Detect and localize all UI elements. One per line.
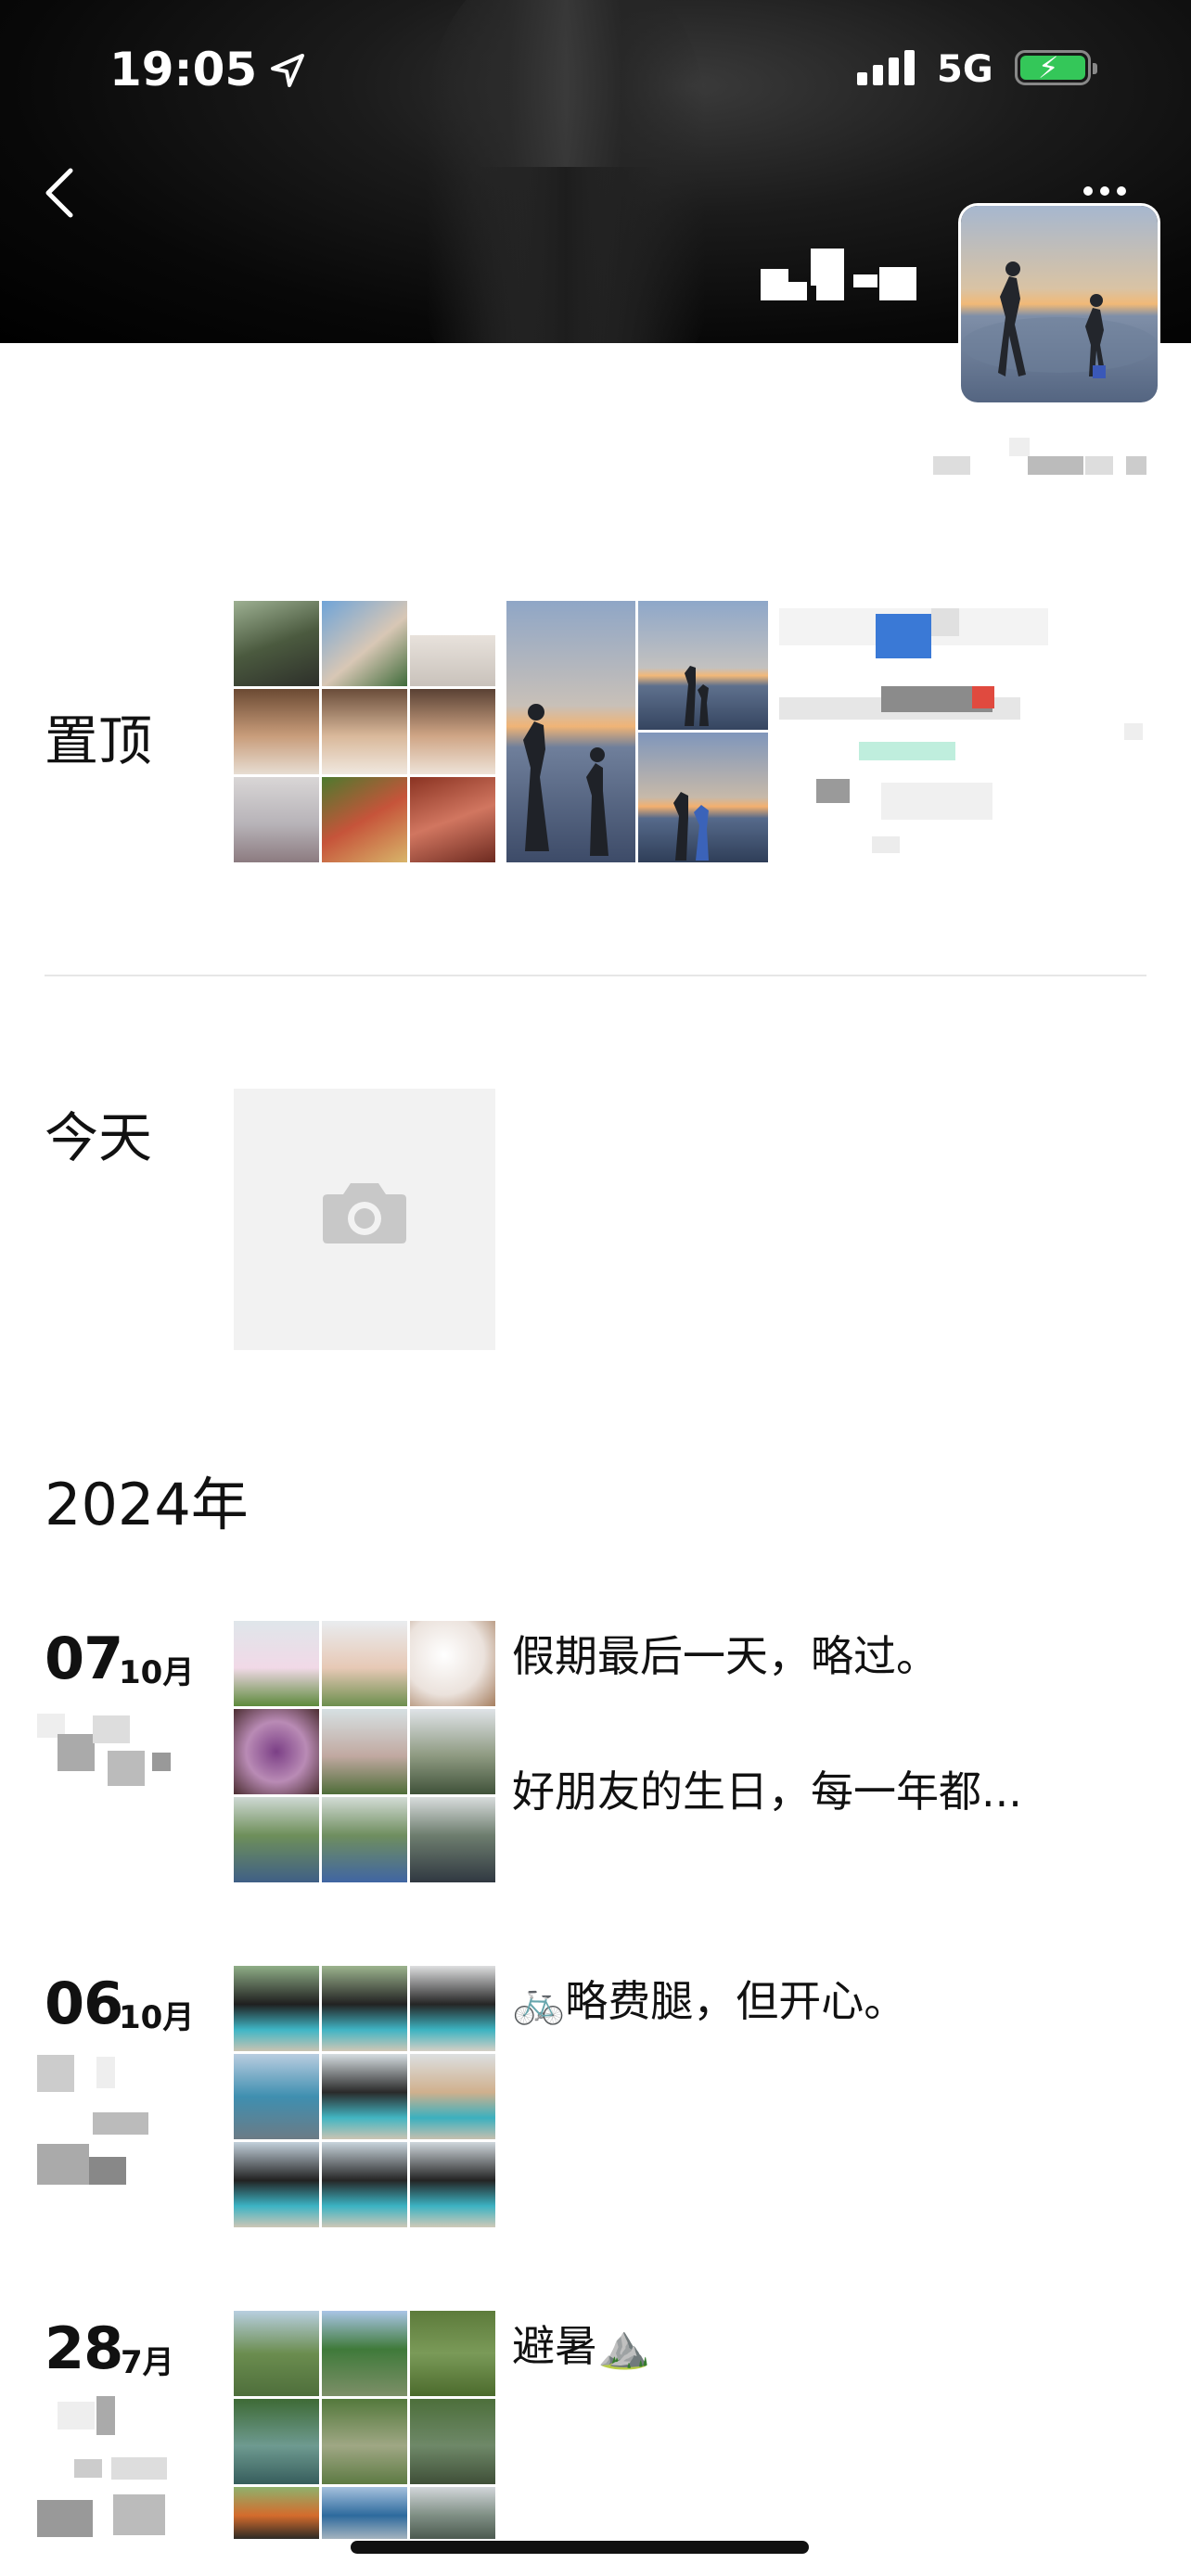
photo-thumbnail [410,1797,495,1882]
photo-thumbnail [322,2142,407,2227]
section-label-today: 今天 [45,1106,153,1169]
photo-thumbnail [410,2311,495,2396]
post-caption: 避暑⛰️ [512,2321,651,2371]
photo-thumbnail [234,2487,319,2539]
new-post-camera-button[interactable] [234,1089,495,1350]
photo-thumbnail [410,2142,495,2227]
post-caption: 好朋友的生日，每一年都... [512,1766,1022,1817]
photo-thumbnail [322,2399,407,2484]
pinned-post-sunset[interactable] [506,601,768,862]
user-avatar[interactable] [961,206,1158,402]
photo-thumbnail [322,1797,407,1882]
photo-thumbnail [322,689,407,774]
post-month: 7月 [121,2344,174,2381]
cellular-signal-icon [857,50,920,85]
post-day: 07 [45,1625,123,1692]
photo-thumbnail [234,1621,319,1706]
post-caption: 🚲略费腿，但开心。 [512,1976,907,2026]
photo-thumbnail [322,777,407,862]
photo-thumbnail [410,1621,495,1706]
photo-thumbnail [322,601,407,686]
photo-thumbnail [638,733,768,862]
user-name-blurred [761,249,937,304]
post-day: 06 [45,1970,123,2037]
photo-thumbnail [410,1709,495,1794]
photo-thumbnail [506,601,635,862]
photo-thumbnail [234,2142,319,2227]
post-caption: 假期最后一天，略过。 [512,1631,939,1681]
post-photo-grid[interactable] [234,2311,495,2539]
photo-thumbnail [234,1797,319,1882]
photo-thumbnail [410,2487,495,2539]
photo-thumbnail [322,1709,407,1794]
photo-thumbnail [234,2399,319,2484]
cover-figure-shadow [473,167,659,343]
photo-thumbnail [234,1709,319,1794]
photo-thumbnail [234,601,319,686]
camera-icon [323,1183,406,1243]
photo-thumbnail [410,777,495,862]
chevron-left-icon[interactable] [41,167,78,219]
photo-thumbnail [410,689,495,774]
location-arrow-icon [271,54,304,87]
post-photo-grid[interactable] [234,1621,495,1882]
ellipsis-icon[interactable] [1083,182,1133,199]
photo-thumbnail [410,2054,495,2139]
photo-thumbnail [234,777,319,862]
photo-thumbnail [638,601,768,730]
photo-thumbnail [410,601,495,686]
photo-thumbnail [410,1966,495,2051]
photo-thumbnail [322,2054,407,2139]
photo-thumbnail [234,2054,319,2139]
year-header: 2024年 [45,1471,249,1538]
status-bar: 19:05 5G ⚡ [0,0,1191,139]
post-month: 10月 [119,1999,195,2036]
post-month: 10月 [119,1654,195,1691]
photo-thumbnail [234,689,319,774]
photo-thumbnail [234,2311,319,2396]
photo-thumbnail [322,2311,407,2396]
photo-thumbnail [322,1621,407,1706]
photo-thumbnail [410,2399,495,2484]
avatar-silhouettes [961,261,1158,378]
photo-thumbnail [322,1966,407,2051]
status-time: 19:05 [109,43,258,96]
photo-thumbnail [322,2487,407,2539]
network-type: 5G [937,48,993,91]
battery-icon: ⚡ [1015,50,1097,85]
section-divider [45,975,1146,976]
section-label-pinned: 置顶 [45,709,153,772]
post-photo-grid[interactable] [234,1966,495,2227]
pinned-post-grid[interactable] [234,601,495,862]
photo-thumbnail [234,1966,319,2051]
post-day: 28 [45,2315,123,2382]
home-indicator[interactable] [351,2541,809,2554]
pinned-post-text-blurred[interactable] [779,601,1150,862]
